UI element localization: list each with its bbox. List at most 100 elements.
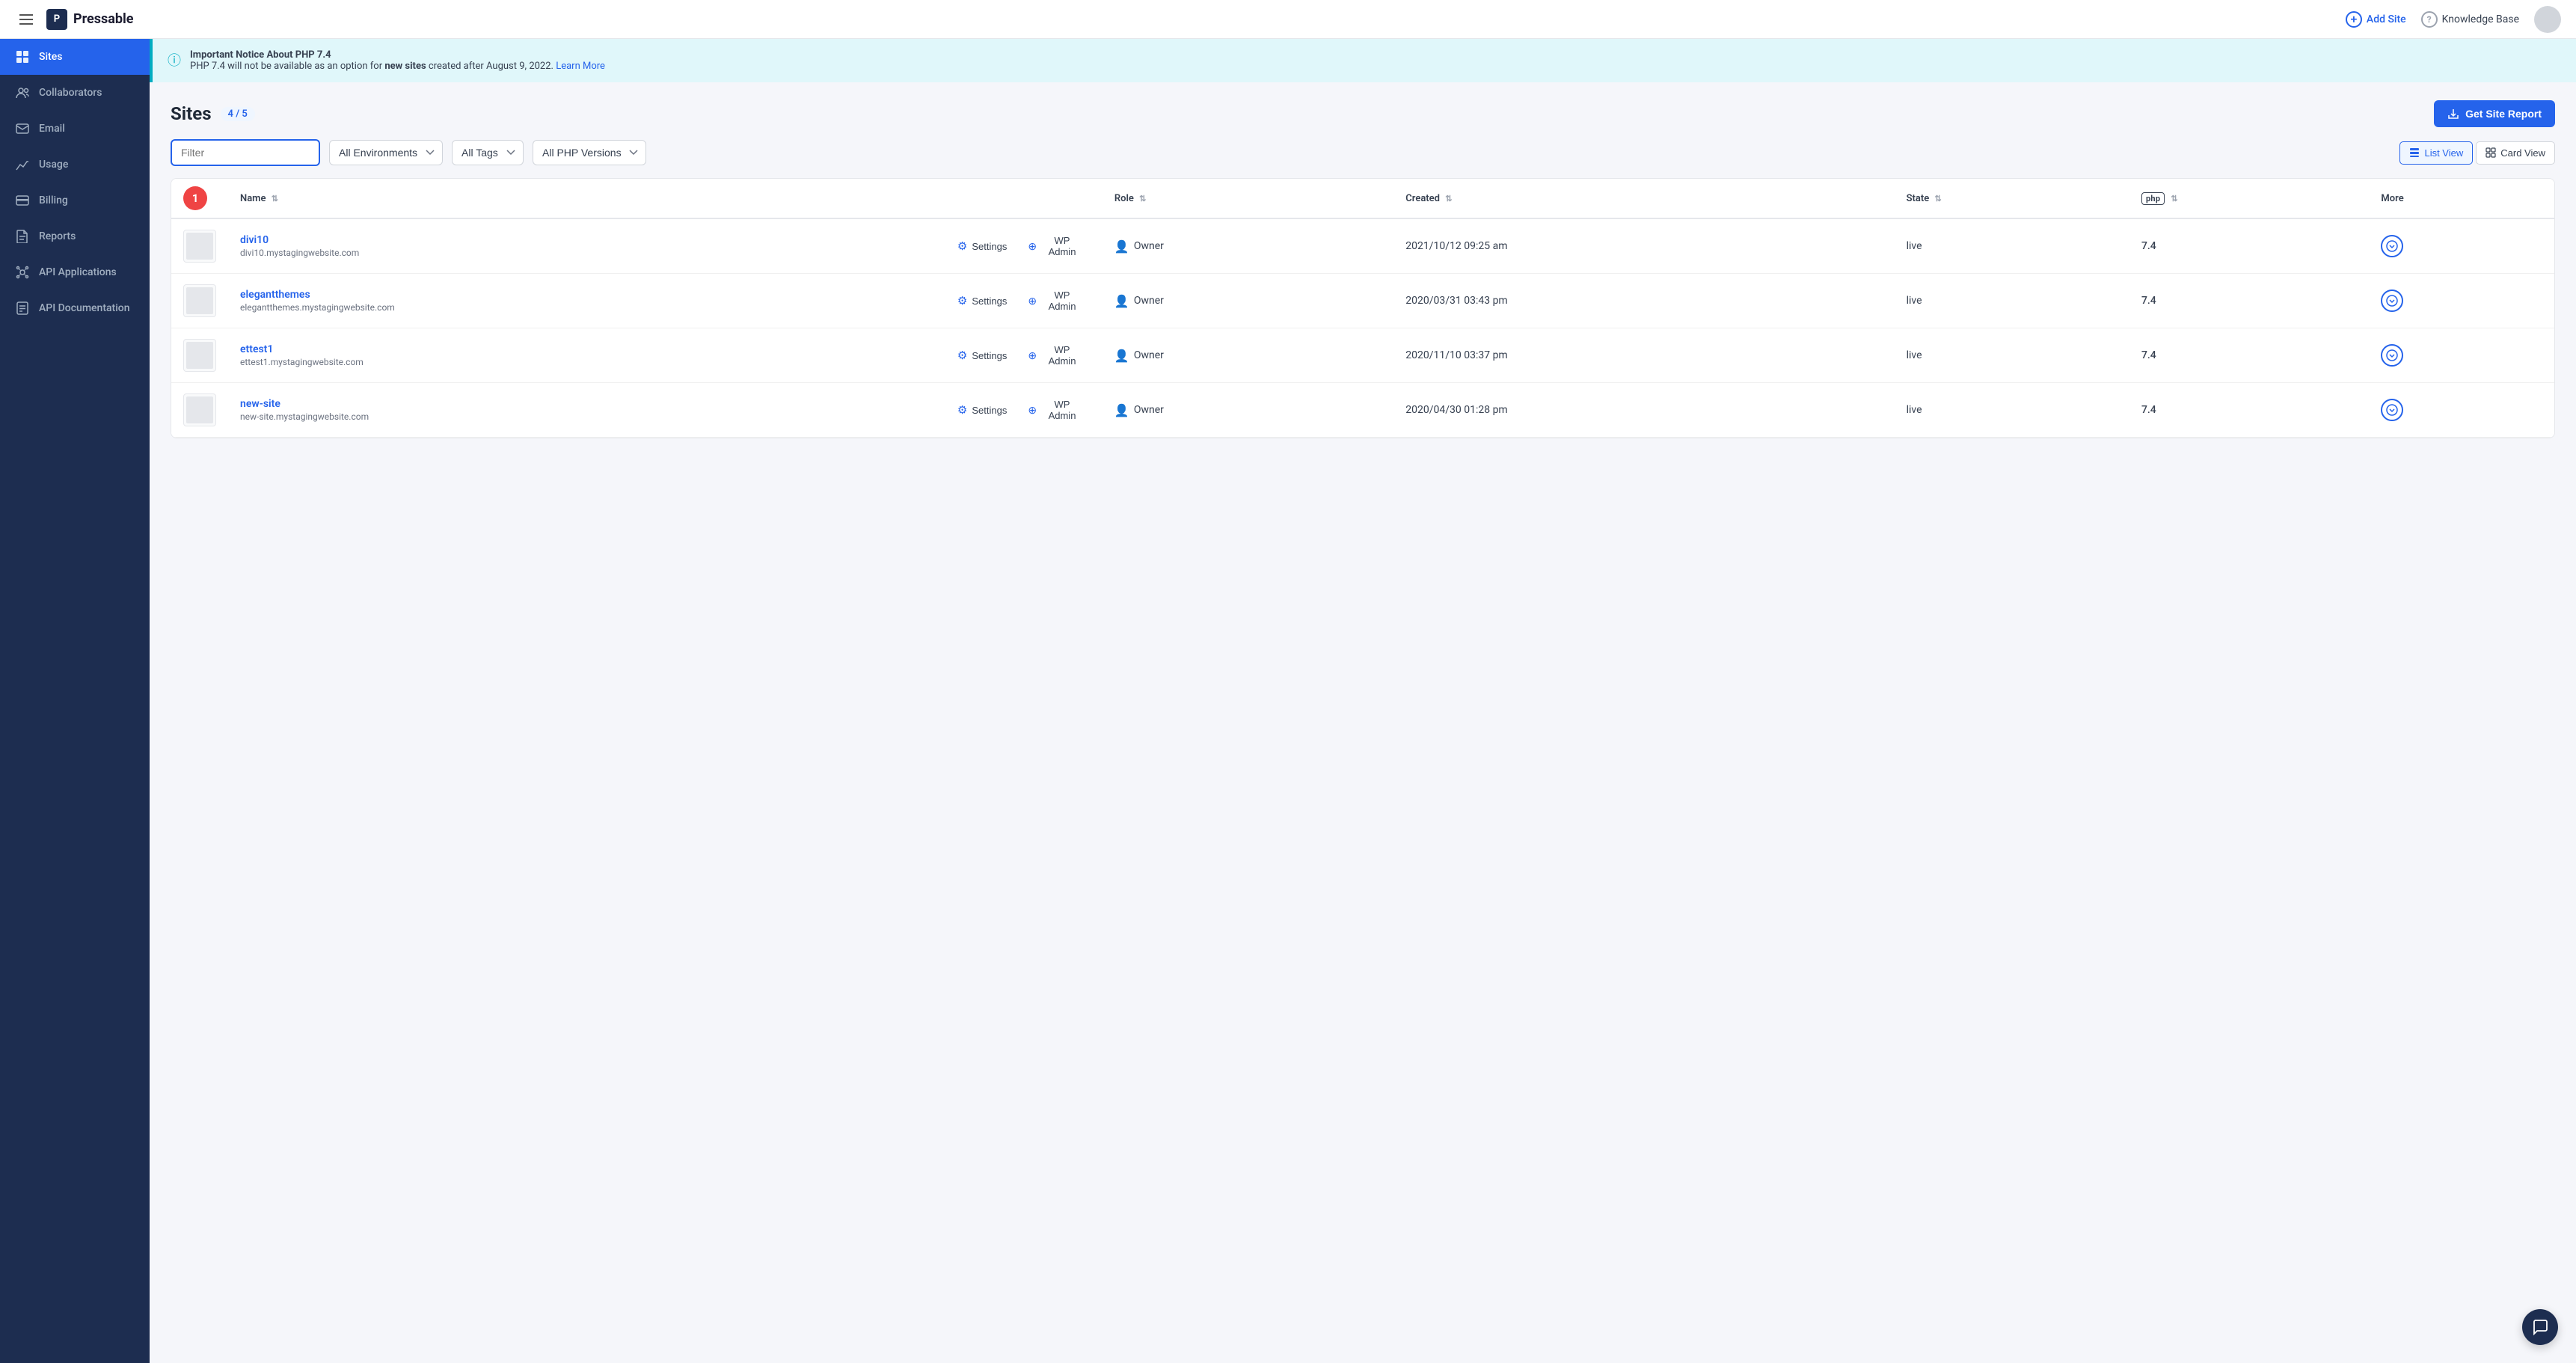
settings-button[interactable]: ⚙ Settings <box>950 236 1014 257</box>
th-role[interactable]: Role ⇅ <box>1103 179 1393 218</box>
filter-input[interactable] <box>171 139 320 166</box>
site-name-link[interactable]: ettest1 <box>240 343 364 355</box>
created-value: 2020/11/10 03:37 pm <box>1405 349 1507 361</box>
site-info: divi10 divi10.mystagingwebsite.com <box>240 234 926 258</box>
sidebar-item-collaborators[interactable]: Collaborators <box>0 75 150 111</box>
card-view-button[interactable]: Card View <box>2476 141 2555 165</box>
row-created-cell: 2020/04/30 01:28 pm <box>1393 383 1894 438</box>
row-role-cell: 👤 Owner <box>1103 274 1393 328</box>
notice-body-text: PHP 7.4 will not be available as an opti… <box>190 61 384 72</box>
th-state[interactable]: State ⇅ <box>1895 179 2129 218</box>
wp-admin-label: WP Admin <box>1041 344 1083 367</box>
notice-learn-more-link[interactable]: Learn More <box>556 61 605 72</box>
row-created-cell: 2020/11/10 03:37 pm <box>1393 328 1894 383</box>
row-php-cell: 7.4 <box>2129 218 2369 274</box>
row-actions-cell: ⚙ Settings ⊕ WP Admin <box>938 218 1103 274</box>
state-value: live <box>1907 295 1922 307</box>
sidebar-item-sites[interactable]: Sites <box>0 39 150 75</box>
environments-select[interactable]: All Environments <box>329 140 443 165</box>
list-view-button[interactable]: List View <box>2399 141 2473 165</box>
sidebar-label-usage: Usage <box>39 159 68 171</box>
row-more-cell <box>2369 274 2554 328</box>
site-name-link[interactable]: elegantthemes <box>240 289 395 301</box>
th-php[interactable]: php ⇅ <box>2129 179 2369 218</box>
wp-admin-label: WP Admin <box>1041 290 1083 312</box>
logo-text: Pressable <box>73 11 133 27</box>
sidebar-label-email: Email <box>39 123 65 135</box>
php-versions-select[interactable]: All PHP Versions <box>533 140 646 165</box>
notice-bold: new sites <box>384 61 426 72</box>
row-role-cell: 👤 Owner <box>1103 218 1393 274</box>
settings-button[interactable]: ⚙ Settings <box>950 345 1014 366</box>
sidebar-label-api-documentation: API Documentation <box>39 302 130 314</box>
created-value: 2020/04/30 01:28 pm <box>1405 404 1507 416</box>
sidebar: Sites Collaborators Email <box>0 39 150 1363</box>
site-actions: ⚙ Settings ⊕ WP Admin <box>950 231 1091 261</box>
php-sort-icon: ⇅ <box>2171 194 2177 203</box>
settings-button[interactable]: ⚙ Settings <box>950 399 1014 420</box>
th-name[interactable]: Name ⇅ <box>228 179 938 218</box>
table-wrapper: 1 Name ⇅ Role ⇅ <box>171 178 2555 438</box>
row-thumb-cell <box>171 218 228 274</box>
site-thumbnail <box>183 230 216 263</box>
tags-select[interactable]: All Tags <box>452 140 524 165</box>
sidebar-item-email[interactable]: Email <box>0 111 150 147</box>
site-info: elegantthemes elegantthemes.mystagingweb… <box>240 289 926 313</box>
question-mark-icon: ? <box>2421 11 2438 28</box>
add-site-button[interactable]: + Add Site <box>2346 11 2406 28</box>
row-name-cell: ettest1 ettest1.mystagingwebsite.com <box>228 328 938 383</box>
th-created-label: Created <box>1405 193 1440 204</box>
file-icon <box>15 229 30 244</box>
get-site-report-button[interactable]: Get Site Report <box>2434 100 2555 127</box>
site-name-link[interactable]: new-site <box>240 398 369 410</box>
row-actions-cell: ⚙ Settings ⊕ WP Admin <box>938 328 1103 383</box>
sidebar-item-usage[interactable]: Usage <box>0 147 150 183</box>
role-cell: 👤 Owner <box>1114 403 1381 417</box>
filters-row: All Environments All Tags All PHP Versio… <box>150 139 2576 178</box>
knowledge-base-label: Knowledge Base <box>2442 13 2519 25</box>
settings-button[interactable]: ⚙ Settings <box>950 290 1014 311</box>
doc-icon <box>15 301 30 316</box>
sidebar-item-api-documentation[interactable]: API Documentation <box>0 290 150 326</box>
more-options-button[interactable] <box>2381 399 2403 421</box>
wp-admin-button[interactable]: ⊕ WP Admin <box>1020 395 1091 425</box>
mail-icon <box>15 121 30 136</box>
card-icon <box>2485 147 2496 158</box>
table-row: elegantthemes elegantthemes.mystagingweb… <box>171 274 2554 328</box>
knowledge-base-button[interactable]: ? Knowledge Base <box>2421 11 2519 28</box>
more-options-button[interactable] <box>2381 235 2403 257</box>
sidebar-item-billing[interactable]: Billing <box>0 183 150 218</box>
th-created[interactable]: Created ⇅ <box>1393 179 1894 218</box>
settings-icon: ⚙ <box>957 349 967 362</box>
sites-header: Sites 4 / 5 Get Site Report <box>150 82 2576 139</box>
sites-count-badge: 4 / 5 <box>221 107 255 121</box>
chat-bubble-button[interactable] <box>2522 1309 2558 1345</box>
more-options-button[interactable] <box>2381 344 2403 367</box>
wp-admin-button[interactable]: ⊕ WP Admin <box>1020 340 1091 370</box>
row-name-cell: new-site new-site.mystagingwebsite.com <box>228 383 938 438</box>
sidebar-label-collaborators: Collaborators <box>39 87 102 99</box>
state-value: live <box>1907 349 1922 361</box>
person-icon: 👤 <box>1114 349 1129 363</box>
settings-label: Settings <box>972 350 1007 361</box>
site-info: new-site new-site.mystagingwebsite.com <box>240 398 926 422</box>
notice-title: Important Notice About PHP 7.4 <box>190 49 331 61</box>
wp-admin-button[interactable]: ⊕ WP Admin <box>1020 231 1091 261</box>
sidebar-item-api-applications[interactable]: API Applications <box>0 254 150 290</box>
sidebar-item-reports[interactable]: Reports <box>0 218 150 254</box>
site-actions: ⚙ Settings ⊕ WP Admin <box>950 340 1091 370</box>
row-more-cell <box>2369 328 2554 383</box>
logo: P Pressable <box>46 9 133 30</box>
table-row: ettest1 ettest1.mystagingwebsite.com ⚙ S… <box>171 328 2554 383</box>
more-options-button[interactable] <box>2381 290 2403 312</box>
table-header-row: 1 Name ⇅ Role ⇅ <box>171 179 2554 218</box>
wp-admin-button[interactable]: ⊕ WP Admin <box>1020 286 1091 316</box>
site-name-link[interactable]: divi10 <box>240 234 359 246</box>
avatar[interactable] <box>2534 6 2561 33</box>
row-name-cell: divi10 divi10.mystagingwebsite.com <box>228 218 938 274</box>
site-actions: ⚙ Settings ⊕ WP Admin <box>950 395 1091 425</box>
settings-icon: ⚙ <box>957 294 967 307</box>
hamburger-menu-icon[interactable] <box>15 10 37 29</box>
settings-label: Settings <box>972 405 1007 416</box>
site-thumbnail <box>183 393 216 426</box>
